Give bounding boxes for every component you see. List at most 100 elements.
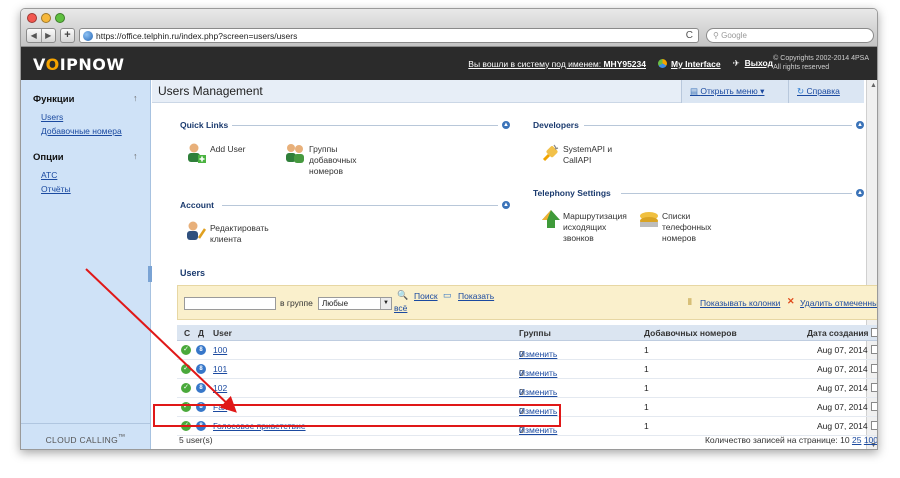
show-all-link-2[interactable]: всё — [394, 303, 407, 313]
footer-text: CLOUD CALLING — [45, 434, 118, 445]
user-type-icon: 8 — [196, 364, 206, 374]
edit-client-icon[interactable] — [185, 220, 207, 242]
users-section-title: Users — [180, 268, 206, 278]
system-api-line-2: CallAPI — [563, 155, 592, 165]
per-page-25[interactable]: 25 — [852, 435, 861, 445]
add-user-link[interactable]: Add User — [210, 144, 245, 155]
columns-icon[interactable]: ⫴ — [688, 297, 692, 308]
sidebar: Функции ↑ Users Добавочные номера Опции … — [21, 80, 151, 449]
system-api-line-1: SystemAPI и — [563, 144, 613, 154]
col-user[interactable]: User — [213, 328, 232, 338]
edit-client-link[interactable]: Редактировать клиента — [210, 223, 269, 245]
close-window-button[interactable] — [27, 13, 37, 23]
help-button[interactable]: ↻ Справка — [788, 80, 864, 103]
col-d[interactable]: Д — [198, 328, 204, 338]
col-extensions[interactable]: Добавочных номеров — [644, 328, 737, 338]
add-user-icon[interactable] — [185, 142, 207, 164]
browser-toolbar: ◀ ▶ + https://office.telphin.ru/index.ph… — [21, 9, 877, 47]
copyright: © Copyrights 2002-2014 4PSA All rights r… — [773, 54, 869, 72]
row-checkbox[interactable] — [871, 421, 877, 430]
developers-toggle-icon[interactable]: ▲ — [856, 121, 864, 129]
my-interface-icon — [658, 58, 667, 68]
col-groups[interactable]: Группы — [519, 328, 551, 338]
functions-collapse-icon[interactable]: ↑ — [133, 93, 138, 103]
logged-in-info[interactable]: Вы вошли в систему под именем: MHY95234 — [468, 59, 646, 69]
table-row: ✓ 8 102 0 Изменить 1 Aug 07, 2014 — [177, 379, 877, 398]
add-bookmark-button[interactable]: + — [60, 28, 75, 43]
options-collapse-icon[interactable]: ↑ — [133, 151, 138, 161]
phone-lists-link[interactable]: Списки телефонных номеров — [662, 211, 711, 244]
col-c[interactable]: С — [184, 328, 190, 338]
quick-links-toggle-icon[interactable]: ▲ — [502, 121, 510, 129]
copyright-line-1: © Copyrights 2002-2014 4PSA — [773, 55, 869, 62]
search-input[interactable]: ⚲ Google — [706, 28, 874, 43]
outgoing-routing-line-3: звонков — [563, 233, 594, 243]
row-checkbox[interactable] — [871, 345, 877, 354]
extensions-count: 1 — [644, 383, 649, 393]
extension-groups-link[interactable]: Группы добавочных номеров — [309, 144, 357, 177]
edit-groups-link[interactable]: Изменить — [519, 387, 557, 397]
my-interface-link[interactable]: My Interface — [658, 58, 721, 69]
per-page-100[interactable]: 100 — [864, 435, 877, 445]
edit-groups-link[interactable]: Изменить — [519, 368, 557, 378]
col-created[interactable]: Дата создания — [807, 328, 869, 338]
row-checkbox[interactable] — [871, 402, 877, 411]
extensions-count: 1 — [644, 364, 649, 374]
account-toggle-icon[interactable]: ▲ — [502, 201, 510, 209]
sidebar-item-reports[interactable]: Отчёты — [41, 184, 71, 194]
row-checkbox[interactable] — [871, 364, 877, 373]
user-filter-input[interactable] — [184, 297, 276, 310]
extensions-count: 1 — [644, 402, 649, 412]
sidebar-item-extensions[interactable]: Добавочные номера — [41, 126, 122, 136]
api-plug-icon[interactable] — [540, 142, 562, 164]
logout-icon: ✈ — [732, 58, 740, 68]
per-page-10[interactable]: 10 — [840, 435, 849, 445]
outgoing-routing-link[interactable]: Маршрутизация исходящих звонков — [563, 211, 627, 244]
outgoing-routing-icon[interactable] — [540, 208, 562, 230]
delete-icon[interactable]: ✕ — [787, 296, 795, 307]
open-menu-label: Открыть меню — [700, 86, 758, 96]
address-bar[interactable]: https://office.telphin.ru/index.php?scre… — [79, 28, 699, 43]
telephony-toggle-icon[interactable]: ▲ — [856, 189, 864, 197]
user-name-link[interactable]: 100 — [213, 345, 227, 355]
user-name-link[interactable]: 102 — [213, 383, 227, 393]
phone-lists-icon[interactable] — [638, 208, 660, 230]
sidebar-functions-title: Функции — [33, 94, 75, 105]
row-checkbox[interactable] — [871, 383, 877, 392]
edit-groups-link[interactable]: Изменить — [519, 349, 557, 359]
help-label: Справка — [806, 86, 840, 96]
extension-groups-icon[interactable] — [284, 142, 306, 164]
delete-selected-link[interactable]: Удалить отмеченные — [800, 298, 877, 308]
app-header: VOIPNOW Вы вошли в систему под именем: M… — [21, 47, 877, 80]
user-name-link[interactable]: 101 — [213, 364, 227, 374]
forward-button[interactable]: ▶ — [40, 29, 56, 42]
created-date: Aug 07, 2014 — [817, 345, 868, 355]
created-date: Aug 07, 2014 — [817, 421, 868, 431]
search-link[interactable]: Поиск — [414, 291, 438, 301]
group-select[interactable]: Любые ▼ — [318, 297, 392, 310]
show-columns-link[interactable]: Показывать колонки — [700, 298, 780, 308]
trademark-mark: ™ — [118, 433, 126, 441]
sidebar-item-pbx[interactable]: АТС — [41, 170, 57, 180]
back-button[interactable]: ◀ — [27, 29, 41, 42]
minimize-window-button[interactable] — [41, 13, 51, 23]
show-all-link[interactable]: Показать — [458, 291, 494, 301]
zoom-window-button[interactable] — [55, 13, 65, 23]
logout-link[interactable]: ✈ Выход — [733, 58, 773, 69]
system-api-link[interactable]: SystemAPI и CallAPI — [563, 144, 612, 166]
quick-links-divider — [232, 125, 498, 126]
status-ok-icon: ✓ — [181, 364, 191, 374]
per-page-label: Количество записей на странице: — [704, 435, 838, 445]
scroll-up-icon[interactable]: ▲ — [870, 82, 877, 89]
extension-groups-line-2: добавочных — [309, 155, 357, 165]
phone-lists-line-1: Списки — [662, 211, 691, 221]
my-interface-label: My Interface — [671, 58, 721, 69]
open-menu-button[interactable]: ▤ Открыть меню ▾ — [681, 80, 788, 103]
show-all-icon[interactable]: ▭ — [443, 290, 452, 301]
search-placeholder: Google — [721, 31, 747, 40]
search-icon[interactable]: 🔍 — [397, 290, 408, 301]
reload-icon[interactable]: C — [686, 30, 698, 41]
select-all-checkbox[interactable] — [871, 328, 877, 337]
extensions-count: 1 — [644, 345, 649, 355]
sidebar-item-users[interactable]: Users — [41, 112, 63, 122]
